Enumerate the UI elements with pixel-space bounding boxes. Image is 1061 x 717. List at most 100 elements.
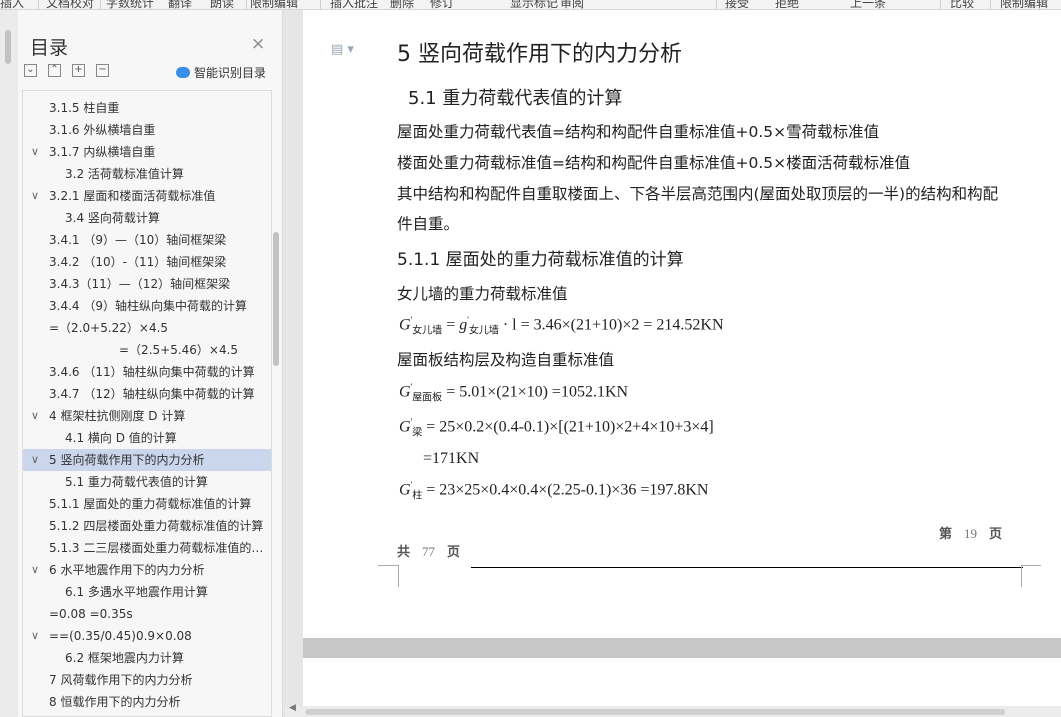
toc-item-label: 3.1.7 内纵横墙自重 [49,145,156,159]
toc-item[interactable]: 3.2 活荷载标准值计算 [23,163,271,185]
remove-heading-icon[interactable]: − [96,64,109,77]
close-icon[interactable]: × [251,34,265,54]
toc-item[interactable]: ∨ 5 竖向荷载作用下的内力分析 [23,449,271,471]
toc-item[interactable]: 7 风荷载作用下的内力分析 [23,669,271,691]
paragraph: 屋面处重力荷载代表值=结构和构配件自重标准值+0.5×雪荷载标准值 [397,123,880,141]
toolbar-separator [246,0,247,9]
equation-beam-result: =171KN [423,450,480,467]
expand-all-icon[interactable]: ⌄ [24,64,37,77]
toc-item[interactable]: 3.4.3（11）—（12）轴间框架梁 [23,273,271,295]
toc-item-label: 3.4 竖向荷载计算 [65,211,160,225]
smart-recognize-icon [176,67,190,78]
nav-strip-handle[interactable] [5,30,11,64]
toc-scrollbar-thumb[interactable] [273,232,279,366]
toolbar-separator [990,0,991,9]
toolbar-separator [320,0,321,9]
toc-item-label: 3.4.3（11）—（12）轴间框架梁 [49,277,231,291]
toolbar-item[interactable]: 审阅 [560,0,584,9]
toolbar-separator [716,0,717,9]
toc-item-label: 5.1 重力荷载代表值的计算 [65,475,208,489]
chevron-down-icon[interactable]: ∨ [31,405,39,427]
toc-item[interactable]: ∨ 3.2.1 屋面和楼面活荷载标准值 [23,185,271,207]
paragraph: 件自重。 [397,215,460,233]
toc-item[interactable]: 6.2 框架地震内力计算 [23,647,271,669]
toc-item[interactable]: 4.1 横向 D 值的计算 [23,427,271,449]
toolbar-item[interactable]: 修订 [430,0,454,9]
toc-item[interactable]: 3.1.5 柱自重 [23,97,271,119]
toc-item-label: 5 竖向荷载作用下的内力分析 [49,453,205,467]
toc-item[interactable]: 3.4.6 （11）轴柱纵向集中荷载的计算 [23,361,271,383]
page-gap [303,638,1061,658]
add-heading-icon[interactable]: + [72,64,85,77]
toc-panel: 目录 × ⌄ ⌃ + − 智能识别目录 3.1.5 柱自重 3.1.6 外纵横墙自… [18,10,283,717]
toc-item-label: 3.4.2 （10）-（11）轴间框架梁 [49,255,227,269]
toolbar-item[interactable]: 限制编辑 [250,0,298,9]
toc-item-label: 3.2.1 屋面和楼面活荷载标准值 [49,189,216,203]
chevron-down-icon[interactable]: ∨ [31,449,39,471]
toc-item[interactable]: 3.4.4 （9）轴柱纵向集中荷载的计算 [23,295,271,317]
paragraph: 楼面处重力荷载标准值=结构和构配件自重标准值+0.5×楼面活荷载标准值 [397,154,911,172]
chevron-down-icon[interactable]: ∨ [31,559,39,581]
scroll-left-icon[interactable]: ◀ [289,703,296,713]
toolbar-separator [38,0,39,9]
toc-item[interactable]: 5.1.1 屋面处的重力荷载标准值的计算 [23,493,271,515]
toolbar-separator [550,0,551,9]
toolbar-item[interactable]: 文档校对 [46,0,94,9]
document-outline-icon[interactable]: ▤ ▾ [331,42,354,57]
horizontal-scrollbar-thumb[interactable] [305,709,1005,715]
toc-item[interactable]: =（2.0+5.22）×4.5 [23,317,271,339]
panel-gutter [283,10,303,717]
toc-item[interactable]: 6.1 多遇水平地震作用计算 [23,581,271,603]
toc-item[interactable]: ∨ 3.1.7 内纵横墙自重 [23,141,271,163]
chevron-down-icon[interactable]: ∨ [31,185,39,207]
toolbar-item[interactable]: 插入批注 [330,0,378,9]
heading-2: 5.1 重力荷载代表值的计算 [408,88,623,109]
toc-item[interactable]: 3.4 竖向荷载计算 [23,207,271,229]
toolbar-item[interactable]: 上一条 [850,0,886,9]
toc-item[interactable]: 8 恒载作用下的内力分析 [23,691,271,713]
toc-item[interactable]: =0.08 =0.35s [23,603,271,625]
toc-item[interactable]: 3.1.6 外纵横墙自重 [23,119,271,141]
chevron-down-icon[interactable]: ∨ [31,141,39,163]
toc-item[interactable]: 5.1.3 二三层楼面处重力荷载标准值的计算 [23,537,271,559]
toolbar-item[interactable]: 朗读 [210,0,234,9]
toolbar-item[interactable]: 字数统计 [106,0,154,9]
toolbar-item[interactable]: 翻译 [168,0,192,9]
toc-item-label: 3.2 活荷载标准值计算 [65,167,184,181]
toc-item[interactable]: 3.4.1 （9）—（10）轴间框架梁 [23,229,271,251]
toc-item-label: =（2.5+5.46）×4.5 [119,343,239,357]
crop-mark [1021,565,1022,587]
toc-item-label: 3.4.7 （12）轴柱纵向集中荷载的计算 [49,387,255,401]
toc-item-label: 3.1.6 外纵横墙自重 [49,123,156,137]
toc-item[interactable]: 3.4.2 （10）-（11）轴间框架梁 [23,251,271,273]
toc-item[interactable]: 5.1 重力荷载代表值的计算 [23,471,271,493]
toc-item-label: 6.2 框架地震内力计算 [65,651,184,665]
toc-item[interactable]: ∨ 6 水平地震作用下的内力分析 [23,559,271,581]
toolbar-separator [100,0,101,9]
toc-list: 3.1.5 柱自重 3.1.6 外纵横墙自重 ∨ 3.1.7 内纵横墙自重 3.2 活荷… [22,90,272,717]
toolbar-item[interactable]: 插入 [0,0,24,9]
horizontal-scrollbar[interactable]: ◀ [285,703,1061,717]
toc-item[interactable]: 5.1.2 四层楼面处重力荷载标准值的计算 [23,515,271,537]
toc-item[interactable]: =（2.5+5.46）×4.5 [23,339,271,361]
smart-toc-button[interactable]: 智能识别目录 [176,64,266,81]
equation-beam: G'梁 = 25×0.2×(0.4-0.1)×[(21+10)×2+4×10+3… [399,417,714,439]
toolbar-item[interactable]: 接受 [725,0,749,9]
toc-item[interactable]: ∨ ==(0.35/0.45)0.9×0.08 [23,625,271,647]
toc-item-label: =（2.0+5.22）×4.5 [49,321,169,335]
toolbar-item[interactable]: 拒绝 [775,0,799,9]
document-page: ▤ ▾ 5 竖向荷载作用下的内力分析 5.1 重力荷载代表值的计算 屋面处重力荷… [303,10,1061,638]
toc-item[interactable]: 3.4.7 （12）轴柱纵向集中荷载的计算 [23,383,271,405]
toolbar-item[interactable]: 比较 [950,0,974,9]
crop-mark [1021,565,1041,566]
toc-item-label: 5.1.1 屋面处的重力荷载标准值的计算 [49,497,252,511]
toolbar-item[interactable]: 删除 [390,0,414,9]
toolbar-item[interactable]: 限制编辑 [1000,0,1048,9]
collapse-all-icon[interactable]: ⌃ [48,64,61,77]
crop-mark [378,565,398,566]
chevron-down-icon[interactable]: ∨ [31,625,39,647]
toc-item-label: 4 框架柱抗侧刚度 D 计算 [49,409,186,423]
paragraph: 其中结构和构配件自重取楼面上、下各半层高范围内(屋面处取顶层的一半)的结构和构配 [397,185,999,203]
toc-item[interactable]: ∨ 4 框架柱抗侧刚度 D 计算 [23,405,271,427]
toc-scrollbar[interactable] [272,90,280,715]
